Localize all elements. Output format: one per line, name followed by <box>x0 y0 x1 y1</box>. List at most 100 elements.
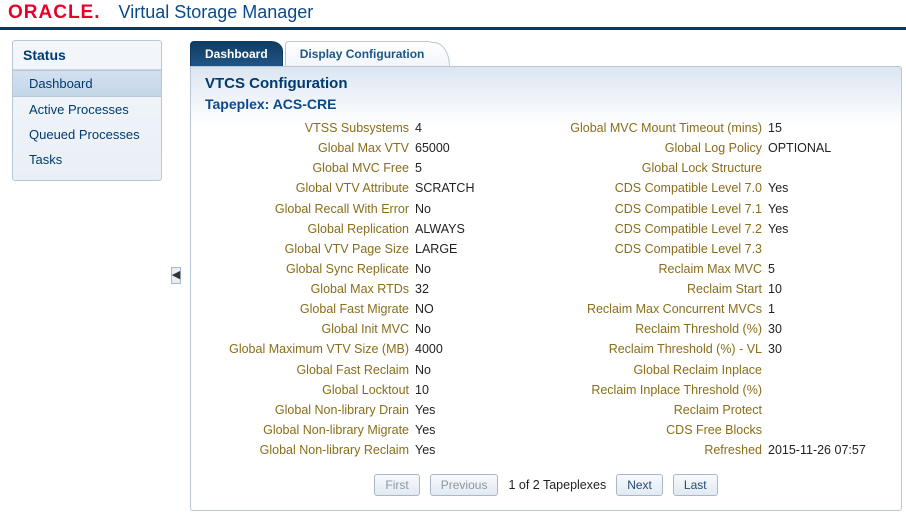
pager-status: 1 of 2 Tapeplexes <box>508 478 606 492</box>
config-row: Global Non-library DrainYes <box>205 400 534 420</box>
config-label: Global VTV Attribute <box>205 179 415 197</box>
config-value: ALWAYS <box>415 220 465 238</box>
config-label: Global Max RTDs <box>205 280 415 298</box>
next-button[interactable]: Next <box>616 474 663 496</box>
config-row: Global VTV Page SizeLARGE <box>205 239 534 259</box>
config-label: CDS Compatible Level 7.3 <box>558 240 768 258</box>
config-label: Reclaim Max MVC <box>558 260 768 278</box>
config-label: CDS Compatible Level 7.1 <box>558 200 768 218</box>
config-label: Global Fast Reclaim <box>205 361 415 379</box>
config-value: Yes <box>768 220 788 238</box>
sidebar: Status DashboardActive ProcessesQueued P… <box>12 40 162 181</box>
config-value: Yes <box>415 441 435 459</box>
config-label: Global Reclaim Inplace <box>558 361 768 379</box>
config-label: Reclaim Protect <box>558 401 768 419</box>
config-row: CDS Compatible Level 7.1Yes <box>558 199 887 219</box>
config-label: Reclaim Threshold (%) - VL <box>558 340 768 358</box>
sidebar-item-tasks[interactable]: Tasks <box>13 147 161 172</box>
config-value: No <box>415 361 431 379</box>
app-title: Virtual Storage Manager <box>119 2 314 23</box>
config-column-right: Global MVC Mount Timeout (mins)15Global … <box>558 118 887 460</box>
config-row: Global Init MVCNo <box>205 319 534 339</box>
config-value: 10 <box>768 280 782 298</box>
config-value: SCRATCH <box>415 179 475 197</box>
config-row: Reclaim Start10 <box>558 279 887 299</box>
config-row: CDS Compatible Level 7.3 <box>558 239 887 259</box>
config-label: CDS Compatible Level 7.2 <box>558 220 768 238</box>
config-label: Global Recall With Error <box>205 200 415 218</box>
config-value: LARGE <box>415 240 457 258</box>
config-value: 15 <box>768 119 782 137</box>
config-value: Yes <box>768 200 788 218</box>
config-value: 32 <box>415 280 429 298</box>
config-row: Reclaim Max Concurrent MVCs1 <box>558 299 887 319</box>
tapeplex-name: Tapeplex: ACS-CRE <box>205 96 887 112</box>
config-row: Global Maximum VTV Size (MB)4000 <box>205 339 534 359</box>
config-label: Global MVC Mount Timeout (mins) <box>558 119 768 137</box>
config-row: Global Max VTV65000 <box>205 138 534 158</box>
config-label: Global Non-library Reclaim <box>205 441 415 459</box>
config-value: 4000 <box>415 340 443 358</box>
config-column-left: VTSS Subsystems4Global Max VTV65000Globa… <box>205 118 534 460</box>
config-label: Global Log Policy <box>558 139 768 157</box>
config-label: Global Replication <box>205 220 415 238</box>
config-value: 65000 <box>415 139 450 157</box>
config-row: Reclaim Max MVC5 <box>558 259 887 279</box>
config-row: Refreshed2015-11-26 07:57 <box>558 440 887 460</box>
sidebar-item-dashboard[interactable]: Dashboard <box>13 70 161 97</box>
config-row: Global Fast MigrateNO <box>205 299 534 319</box>
config-row: Global Recall With ErrorNo <box>205 199 534 219</box>
config-label: Global Fast Migrate <box>205 300 415 318</box>
config-label: Reclaim Max Concurrent MVCs <box>558 300 768 318</box>
collapse-handle-icon[interactable]: ◀ <box>171 267 181 284</box>
config-label: Global Non-library Drain <box>205 401 415 419</box>
config-label: Global VTV Page Size <box>205 240 415 258</box>
config-label: Reclaim Threshold (%) <box>558 320 768 338</box>
config-label: Global Maximum VTV Size (MB) <box>205 340 415 358</box>
config-label: Reclaim Inplace Threshold (%) <box>558 381 768 399</box>
config-row: Global Non-library MigrateYes <box>205 420 534 440</box>
config-label: Global Init MVC <box>205 320 415 338</box>
config-label: Global Max VTV <box>205 139 415 157</box>
config-row: Global VTV AttributeSCRATCH <box>205 178 534 198</box>
config-value: 4 <box>415 119 422 137</box>
config-value: 30 <box>768 320 782 338</box>
config-label: Global Sync Replicate <box>205 260 415 278</box>
sidebar-item-queued-processes[interactable]: Queued Processes <box>13 122 161 147</box>
config-label: Global Locktout <box>205 381 415 399</box>
sidebar-divider: ◀ <box>172 40 180 511</box>
last-button[interactable]: Last <box>673 474 718 496</box>
config-row: Global MVC Free5 <box>205 158 534 178</box>
config-row: CDS Free Blocks <box>558 420 887 440</box>
config-value: No <box>415 320 431 338</box>
config-row: Global Fast ReclaimNo <box>205 360 534 380</box>
first-button[interactable]: First <box>374 474 419 496</box>
config-row: Global Non-library ReclaimYes <box>205 440 534 460</box>
config-value: 1 <box>768 300 775 318</box>
config-row: Global Lock Structure <box>558 158 887 178</box>
config-row: VTSS Subsystems4 <box>205 118 534 138</box>
tab-dashboard[interactable]: Dashboard <box>190 41 283 66</box>
config-row: CDS Compatible Level 7.0Yes <box>558 178 887 198</box>
config-label: CDS Free Blocks <box>558 421 768 439</box>
panel-title: VTCS Configuration <box>205 75 887 92</box>
config-label: Global Non-library Migrate <box>205 421 415 439</box>
top-bar: ORACLE. Virtual Storage Manager <box>0 0 906 30</box>
tab-display-configuration[interactable]: Display Configuration <box>285 41 440 66</box>
config-value: 30 <box>768 340 782 358</box>
config-label: Reclaim Start <box>558 280 768 298</box>
config-row: Global Log PolicyOPTIONAL <box>558 138 887 158</box>
config-label: VTSS Subsystems <box>205 119 415 137</box>
tab-strip: DashboardDisplay Configuration <box>190 40 902 66</box>
config-value: Yes <box>768 179 788 197</box>
config-panel: VTCS Configuration Tapeplex: ACS-CRE VTS… <box>190 66 902 511</box>
config-row: Global Locktout10 <box>205 380 534 400</box>
config-row: Global ReplicationALWAYS <box>205 219 534 239</box>
config-value: Yes <box>415 401 435 419</box>
config-row: Reclaim Protect <box>558 400 887 420</box>
config-row: Reclaim Inplace Threshold (%) <box>558 380 887 400</box>
sidebar-item-active-processes[interactable]: Active Processes <box>13 97 161 122</box>
pager: First Previous 1 of 2 Tapeplexes Next La… <box>205 474 887 496</box>
previous-button[interactable]: Previous <box>430 474 499 496</box>
config-value: No <box>415 260 431 278</box>
